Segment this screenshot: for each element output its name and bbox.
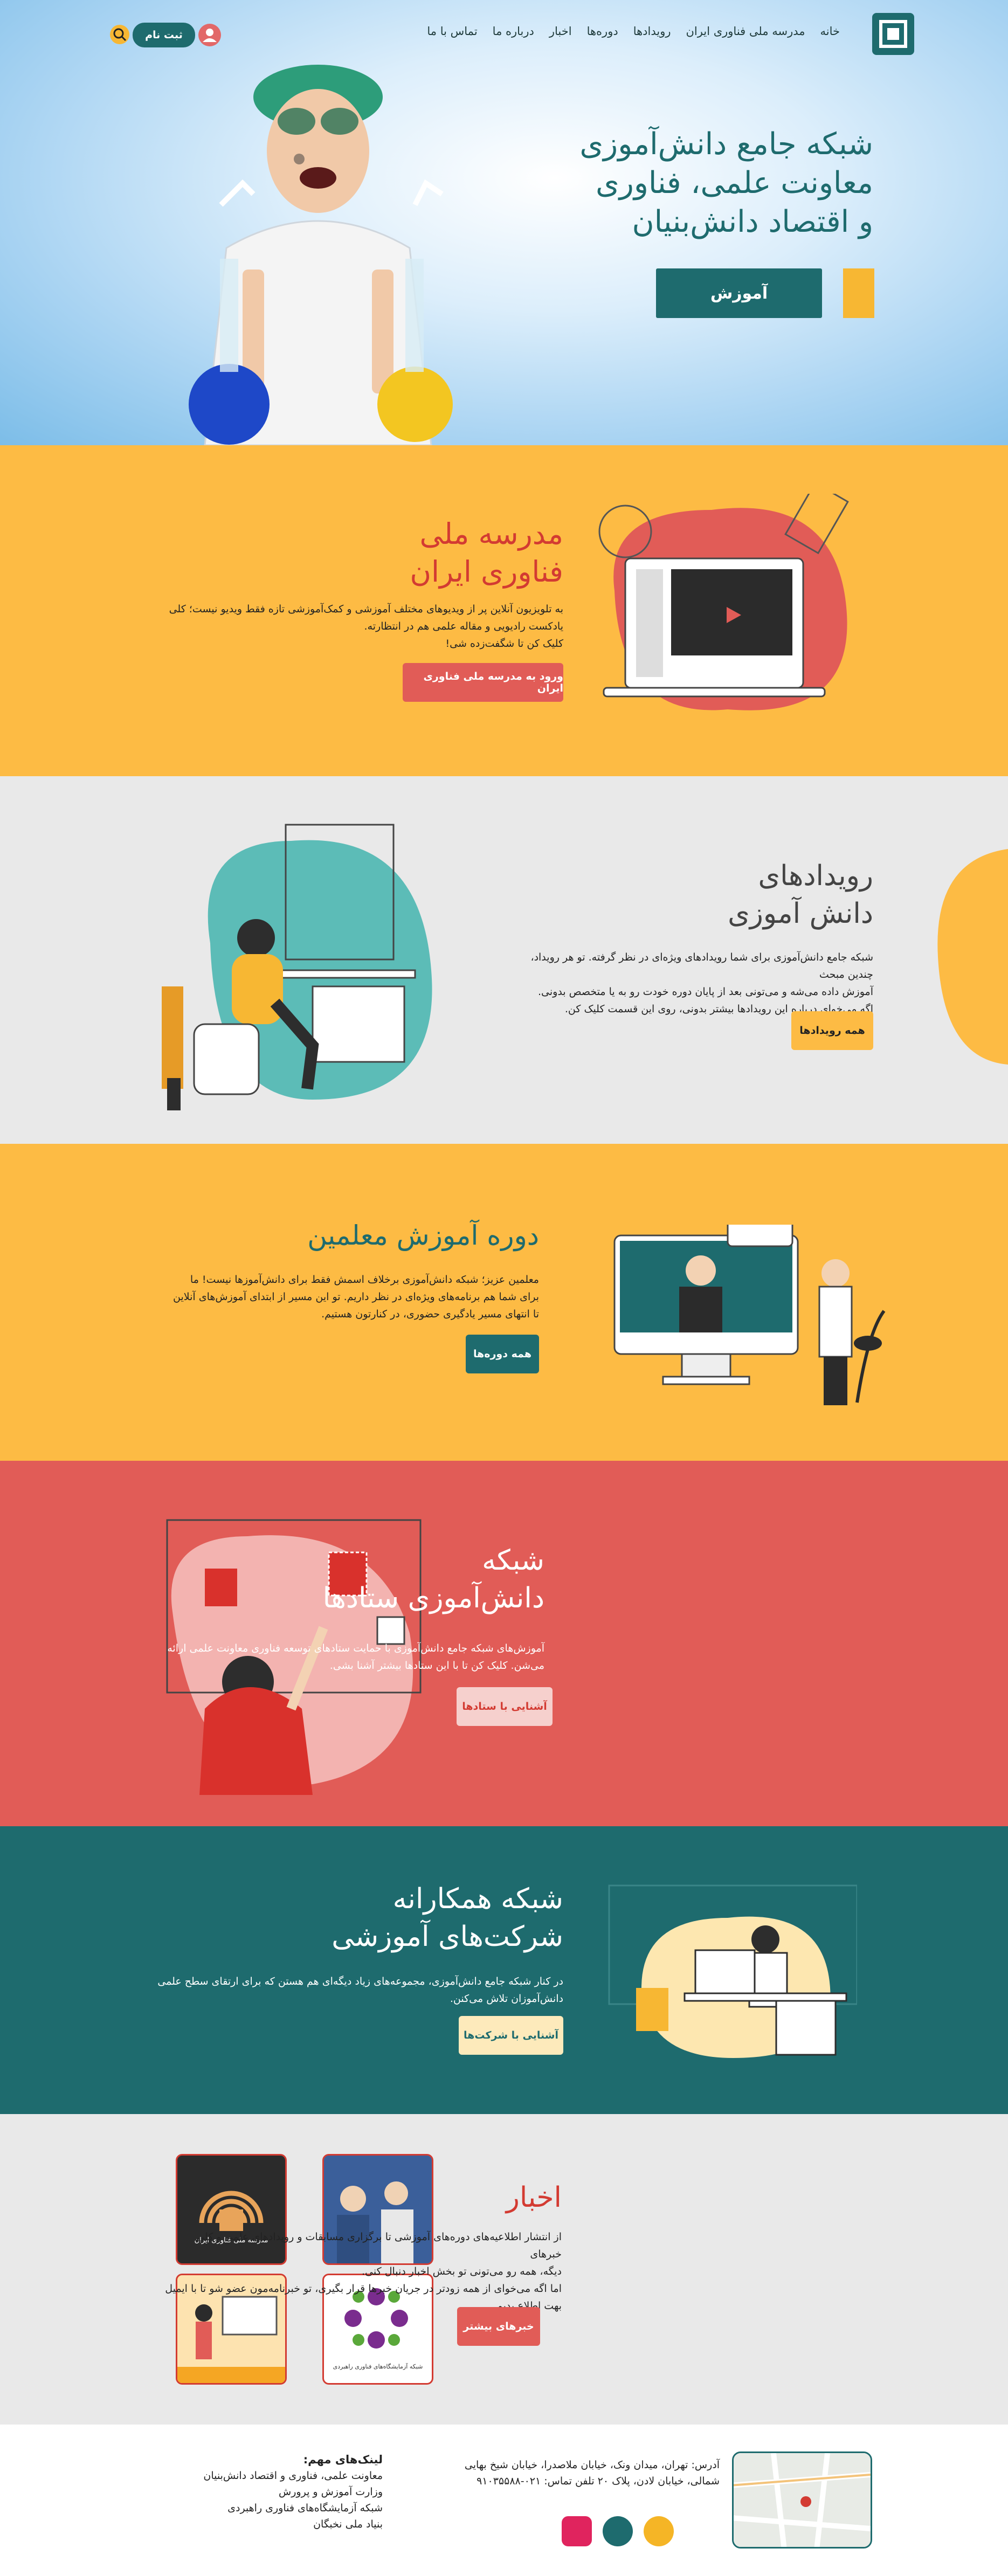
- aparat-icon[interactable]: [562, 2516, 592, 2546]
- nav-events[interactable]: رویدادها: [633, 25, 671, 38]
- footer-links-title: لینک‌های مهم:: [303, 2453, 383, 2466]
- teacher-monitor-illustration: [613, 1225, 886, 1405]
- meet-staffs-button[interactable]: آشنایی با ستادها: [457, 1687, 553, 1726]
- events-title: رویدادهای دانش آموزی: [728, 860, 873, 930]
- footer-link[interactable]: وزارت آموزش و پرورش: [135, 2484, 383, 2500]
- nav-contact[interactable]: تماس با ما: [427, 25, 477, 38]
- partners-description: در کنار شبکه جامع دانش‌آموزی، مجموعه‌های…: [157, 1976, 563, 2005]
- network-description: آموزش‌های شبکه جامع دانش‌آموزی با حمایت …: [167, 1642, 544, 1672]
- events-section: رویدادهای دانش آموزی شبکه جامع دانش‌آموز…: [0, 776, 1008, 1144]
- more-news-button[interactable]: خبرهای بیشتر: [457, 2307, 540, 2346]
- all-events-button[interactable]: همه رویدادها: [791, 1011, 873, 1050]
- user-icon[interactable]: [198, 24, 221, 46]
- hero-section: خانه مدرسه ملی فناوری ایران رویدادها دور…: [0, 0, 1008, 445]
- video-lesson-illustration: [598, 494, 849, 710]
- network-title: شبکه دانش‌آموزی ستادها: [322, 1544, 544, 1614]
- events-blob: [937, 849, 1008, 1065]
- school-section: مدرسه ملی فناوری ایران به تلویزیون آنلای…: [0, 445, 1008, 776]
- footer-links: لینک‌های مهم: معاونت علمی، فناوری و اقتص…: [135, 2451, 383, 2532]
- signup-button[interactable]: ثبت نام: [133, 23, 195, 47]
- events-illustration: [162, 824, 432, 1110]
- courses-title: دوره آموزش معلمین: [307, 1220, 539, 1251]
- nav-about[interactable]: درباره ما: [493, 25, 534, 38]
- social-icons: [555, 2516, 674, 2549]
- nav-news[interactable]: اخبار: [549, 25, 572, 38]
- footer-address: آدرس: تهران، میدان ونک، خیابان ملاصدرا، …: [464, 2459, 720, 2487]
- partners-illustration: [608, 1884, 857, 2058]
- school-enter-button[interactable]: ورود به مدرسه ملی فناوری ایران: [403, 663, 563, 702]
- nav-courses[interactable]: دوره‌ها: [587, 25, 618, 38]
- nav-school[interactable]: مدرسه ملی فناوری ایران: [686, 25, 805, 38]
- hero-education-button[interactable]: آموزش: [656, 268, 822, 318]
- hero-child-image: [189, 65, 453, 445]
- sun-icon[interactable]: [644, 2516, 674, 2546]
- partners-section: شبکه همکارانه شرکت‌های آموزشی در کنار شب…: [0, 1826, 1008, 2114]
- partners-title: شبکه همکارانه شرکت‌های آموزشی: [332, 1883, 563, 1953]
- events-description: شبکه جامع دانش‌آموزی برای شما رویدادهای …: [530, 951, 873, 1015]
- location-map[interactable]: [732, 2451, 872, 2549]
- news-description: از انتشار اطلاعیه‌های دوره‌های آموزشی تا…: [165, 2231, 562, 2312]
- footer-link[interactable]: بنیاد ملی نخبگان: [135, 2516, 383, 2532]
- school-description: به تلویزیون آنلاین پر از ویدیوهای مختلف …: [169, 603, 563, 650]
- meet-companies-button[interactable]: آشنایی با شرکت‌ها: [459, 2016, 563, 2055]
- news-title: اخبار: [506, 2181, 562, 2214]
- hero-title: شبکه جامع دانش‌آموزی معاونت علمی، فناوری…: [579, 127, 873, 239]
- footer-link[interactable]: شبکه آزمایشگاه‌های فناوری راهبردی: [135, 2500, 383, 2516]
- search-icon[interactable]: [110, 25, 129, 44]
- news-section: مدرسه ملی فناوری ایران شبکه آزمایشگاه‌ها…: [0, 2114, 1008, 2425]
- footer-link[interactable]: معاونت علمی، فناوری و اقتصاد دانش‌بنیان: [135, 2468, 383, 2484]
- site-logo[interactable]: [871, 12, 915, 56]
- courses-section: دوره آموزش معلمین معلمین عزیز؛ شبکه دانش…: [0, 1144, 1008, 1461]
- courses-description: معلمین عزیز؛ شبکه دانش‌آموزی برخلاف اسمش…: [173, 1274, 539, 1320]
- check-shield-icon[interactable]: [603, 2516, 633, 2546]
- footer: آدرس: تهران، میدان ونک، خیابان ملاصدرا، …: [0, 2425, 1008, 2576]
- all-courses-button[interactable]: همه دوره‌ها: [466, 1335, 539, 1373]
- nav-home[interactable]: خانه: [820, 25, 840, 38]
- network-section: شبکه دانش‌آموزی ستادها آموزش‌های شبکه جا…: [0, 1461, 1008, 1826]
- main-nav: خانه مدرسه ملی فناوری ایران رویدادها دور…: [427, 25, 840, 38]
- school-title: مدرسه ملی فناوری ایران: [410, 517, 563, 589]
- hero-accent-square: [843, 268, 874, 318]
